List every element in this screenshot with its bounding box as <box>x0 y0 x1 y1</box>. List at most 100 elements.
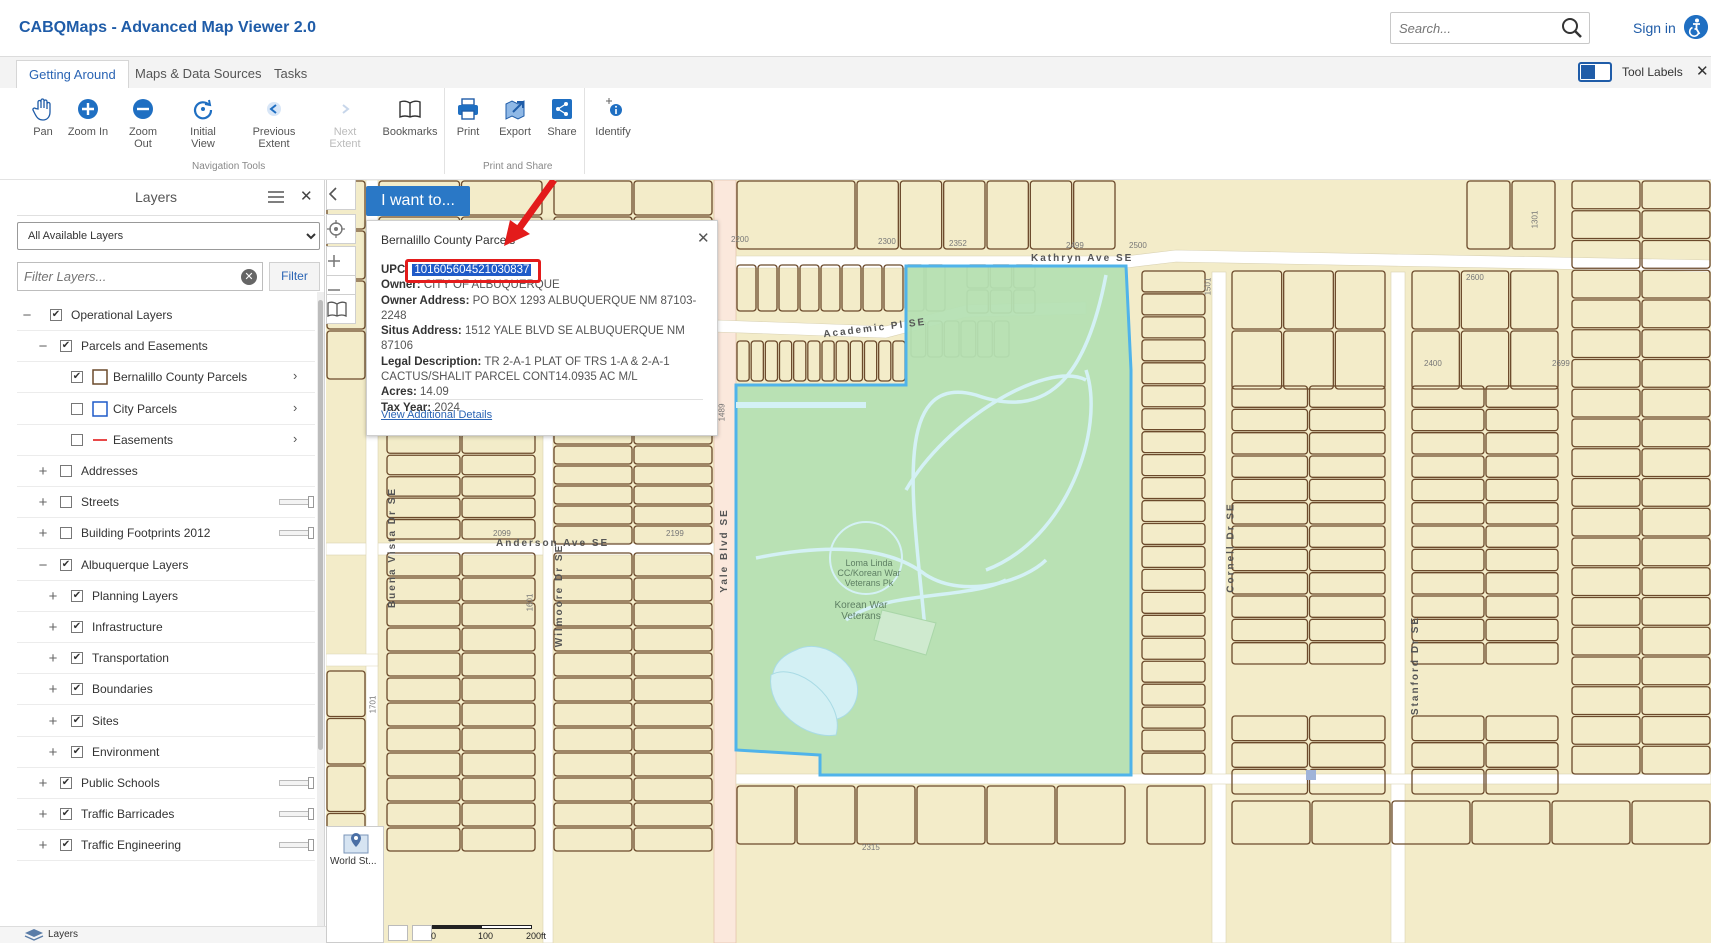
filter-button[interactable]: Filter <box>269 262 320 291</box>
expand-icon[interactable]: + <box>47 588 59 605</box>
layer-checkbox[interactable]: ✔ <box>71 589 83 602</box>
chevron-right-icon[interactable]: › <box>293 368 297 383</box>
opacity-slider-thumb[interactable] <box>308 839 314 852</box>
expand-icon[interactable]: + <box>37 525 49 542</box>
map-zoom-in-button[interactable] <box>326 246 356 276</box>
layer-checkbox[interactable]: ✔ <box>71 652 83 665</box>
layer-checkbox[interactable]: ✔ <box>60 808 72 821</box>
map-bookmarks-button[interactable] <box>326 294 356 324</box>
layers-stack-icon[interactable] <box>24 928 44 942</box>
collapse-icon[interactable]: − <box>37 338 49 355</box>
tab-getting-around[interactable]: Getting Around <box>16 60 129 89</box>
opacity-slider[interactable] <box>279 496 314 509</box>
layer-checkbox[interactable]: ✔ <box>60 839 72 852</box>
collapse-icon[interactable]: − <box>21 307 33 324</box>
collapse-icon[interactable]: − <box>37 557 49 574</box>
expand-icon[interactable]: + <box>37 463 49 480</box>
layers-footer-label[interactable]: Layers <box>48 929 78 940</box>
search-input[interactable] <box>1391 13 1551 43</box>
zoom-out-button[interactable]: Zoom Out <box>119 96 167 150</box>
view-additional-details-link[interactable]: View Additional Details <box>381 409 492 421</box>
layer-checkbox[interactable]: ✔ <box>50 309 62 321</box>
layer-row[interactable]: + ✔ Public Schools <box>17 768 315 799</box>
expand-icon[interactable]: + <box>37 837 49 854</box>
layer-row[interactable]: › Easements <box>17 425 315 456</box>
identify-button[interactable]: Identify <box>593 96 633 138</box>
export-button[interactable]: Export <box>499 96 531 138</box>
next-extent-button[interactable]: Next Extent <box>318 96 372 150</box>
share-button[interactable]: Share <box>547 96 577 138</box>
layer-checkbox[interactable] <box>60 527 72 540</box>
accessibility-icon[interactable] <box>1684 15 1708 39</box>
layer-row[interactable]: − ✔ Albuquerque Layers <box>17 550 315 581</box>
bookmarks-button[interactable]: Bookmarks <box>382 96 438 138</box>
layer-row[interactable]: + ✔ Sites <box>17 706 315 737</box>
search-box[interactable] <box>1390 12 1590 44</box>
layer-row[interactable]: + ✔ Transportation <box>17 643 315 675</box>
map-view[interactable]: Kathryn Ave SE Academic Pl SE Anderson A… <box>326 180 1711 943</box>
layer-row[interactable]: + ✔ Environment <box>17 737 315 768</box>
opacity-slider[interactable] <box>279 839 314 852</box>
popup-close-icon[interactable]: ✕ <box>697 229 710 247</box>
filter-layers-input[interactable] <box>18 263 228 290</box>
layer-checkbox[interactable]: ✔ <box>60 340 72 353</box>
ribbon-close-icon[interactable]: ✕ <box>1696 62 1709 80</box>
opacity-slider[interactable] <box>279 777 314 789</box>
expand-icon[interactable]: + <box>47 744 59 761</box>
chevron-right-icon[interactable]: › <box>293 400 297 415</box>
filter-layers-box[interactable]: ✕ <box>17 262 263 291</box>
opacity-slider-thumb[interactable] <box>308 527 314 540</box>
opacity-slider-thumb[interactable] <box>308 777 314 789</box>
layer-row[interactable]: + Addresses <box>17 456 315 487</box>
layer-row[interactable]: + ✔ Traffic Engineering <box>17 830 315 862</box>
layer-row[interactable]: + ✔ Traffic Barricades <box>17 799 315 831</box>
tab-tasks[interactable]: Tasks <box>262 60 319 89</box>
layer-checkbox[interactable] <box>60 465 72 477</box>
layer-row[interactable]: − ✔ Operational Layers <box>17 300 315 331</box>
layer-checkbox[interactable]: ✔ <box>71 683 83 696</box>
collapse-panel-button[interactable] <box>326 180 356 210</box>
layer-row[interactable]: + Streets <box>17 487 315 519</box>
layer-row[interactable]: + ✔ Boundaries <box>17 674 315 706</box>
print-button[interactable]: Print <box>454 96 482 138</box>
expand-icon[interactable]: + <box>37 806 49 823</box>
layer-checkbox[interactable]: ✔ <box>71 714 83 727</box>
initial-view-button[interactable]: Initial View <box>177 96 229 150</box>
expand-icon[interactable]: + <box>37 775 49 792</box>
expand-icon[interactable]: + <box>47 681 59 698</box>
opacity-slider[interactable] <box>279 527 314 540</box>
expand-icon[interactable]: + <box>47 650 59 667</box>
layer-checkbox[interactable]: ✔ <box>71 621 83 633</box>
tab-maps-data-sources[interactable]: Maps & Data Sources <box>123 60 273 89</box>
previous-extent-button[interactable]: Previous Extent <box>239 96 309 150</box>
layer-checkbox[interactable]: ✔ <box>60 558 72 571</box>
expand-icon[interactable]: + <box>47 713 59 730</box>
layer-checkbox[interactable] <box>71 433 83 446</box>
expand-icon[interactable]: + <box>37 494 49 511</box>
layer-checkbox[interactable]: ✔ <box>71 745 83 758</box>
chevron-right-icon[interactable]: › <box>293 431 297 446</box>
layer-source-select[interactable]: All Available Layers <box>17 222 320 250</box>
clear-filter-icon[interactable]: ✕ <box>241 269 257 285</box>
pan-button[interactable]: Pan <box>29 96 57 138</box>
layers-scrollbar[interactable] <box>317 292 324 938</box>
layer-checkbox[interactable]: ✔ <box>60 777 72 789</box>
layers-panel-close-icon[interactable]: ✕ <box>300 187 313 205</box>
layer-row[interactable]: + ✔ Planning Layers <box>17 581 315 612</box>
zoom-in-button[interactable]: Zoom In <box>66 96 110 138</box>
tool-labels-toggle[interactable] <box>1578 62 1612 82</box>
opacity-slider-thumb[interactable] <box>308 496 314 509</box>
layer-checkbox[interactable] <box>71 402 83 415</box>
expand-icon[interactable]: + <box>47 619 59 636</box>
i-want-to-button[interactable]: I want to... <box>366 186 470 216</box>
basemap-switcher[interactable]: World St... <box>326 826 384 943</box>
layer-row[interactable]: + ✔ Infrastructure <box>17 612 315 643</box>
menu-icon[interactable] <box>268 191 284 203</box>
locate-button[interactable] <box>326 214 356 244</box>
layer-checkbox[interactable]: ✔ <box>71 371 83 384</box>
layer-row[interactable]: + Building Footprints 2012 <box>17 518 315 550</box>
layer-row[interactable]: › City Parcels <box>17 394 315 425</box>
layer-row[interactable]: − ✔ Parcels and Easements <box>17 331 315 363</box>
sign-in-link[interactable]: Sign in <box>1633 20 1676 36</box>
opacity-slider[interactable] <box>279 808 314 821</box>
